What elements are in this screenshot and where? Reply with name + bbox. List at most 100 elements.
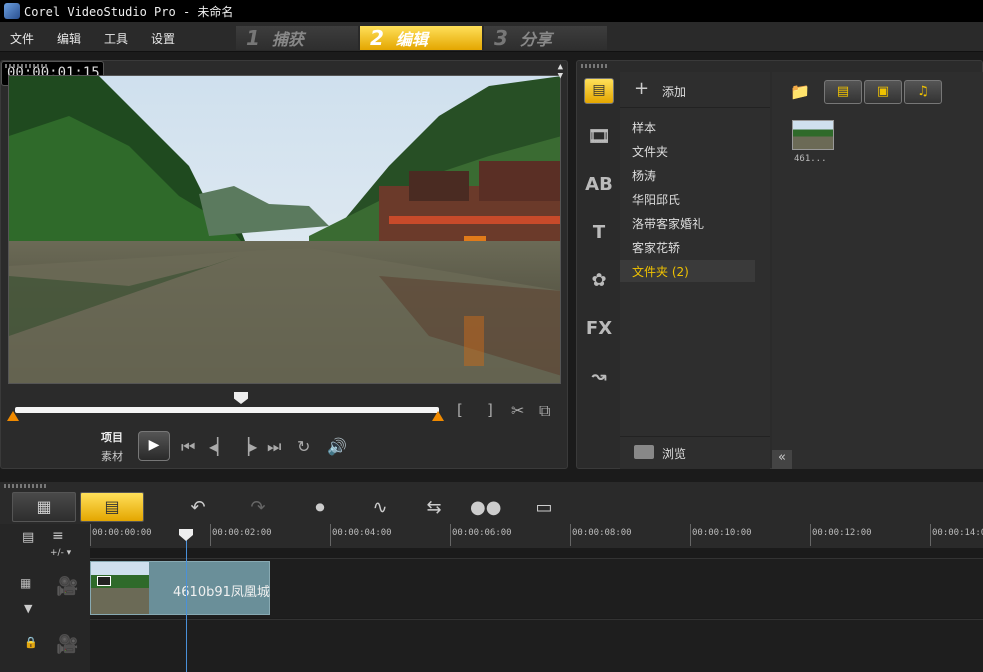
mark-in-button[interactable]: [: [457, 401, 463, 419]
media-caption: 461...: [794, 154, 827, 164]
title-icon[interactable]: T: [584, 222, 614, 248]
chapter-icon[interactable]: ▭: [530, 497, 558, 519]
graphic-icon[interactable]: ✿: [584, 270, 614, 296]
tab-share[interactable]: 3 分享: [484, 26, 607, 50]
timeline-view-button[interactable]: ▤: [80, 492, 144, 522]
insert-track-icon[interactable]: ▤: [22, 530, 34, 545]
scissors-icon[interactable]: ✂: [511, 401, 524, 420]
menu-settings[interactable]: 设置: [151, 30, 175, 47]
lock-icon[interactable]: 🔒: [24, 636, 38, 649]
clip-type-icon: [97, 576, 111, 586]
library-media-area: 📁 ▤ ▣ ♫ 461... «: [772, 72, 983, 469]
step-number: 2: [370, 26, 384, 50]
filter-icon[interactable]: FX: [584, 318, 614, 344]
menu-edit[interactable]: 编辑: [57, 30, 81, 47]
auto-music-icon[interactable]: ⇆: [420, 497, 448, 519]
path-icon[interactable]: ↝: [584, 366, 614, 392]
next-frame-icon[interactable]: ▕▸: [237, 437, 257, 456]
photo-filter-icon[interactable]: ▣: [864, 80, 902, 104]
plus-icon: +: [634, 78, 650, 99]
trim-end-handle[interactable]: [432, 411, 444, 421]
tab-capture[interactable]: 1 捕获: [236, 26, 358, 50]
zoom-dropdown-icon[interactable]: +/- ▾: [50, 548, 71, 558]
folder-item[interactable]: 客家花轿: [620, 236, 755, 258]
add-label: 添加: [662, 85, 687, 99]
ruler-tick-label: 00:00:00:00: [92, 528, 152, 538]
timeline-ruler[interactable]: 00:00:00:00 00:00:02:00 00:00:04:00 00:00:0…: [90, 524, 983, 548]
scrub-handle[interactable]: [234, 392, 248, 404]
collapse-icon[interactable]: «: [772, 450, 792, 469]
storyboard-view-button[interactable]: ▦: [12, 492, 76, 522]
audio-mixer-icon[interactable]: ∿: [366, 497, 394, 519]
go-to-end-icon[interactable]: ⏭: [267, 437, 281, 457]
go-to-start-icon[interactable]: ⏮: [181, 437, 195, 457]
library-folder-list: + 添加 样本 文件夹 杨涛 华阳邱氏 洛带客家婚礼 客家花轿 文件夹 (2) …: [620, 72, 770, 469]
transition-icon[interactable]: AB: [584, 174, 614, 200]
folder-item-selected[interactable]: 文件夹 (2): [620, 260, 755, 282]
track-list-icon[interactable]: ≡: [52, 528, 64, 544]
ruler-tick: [810, 524, 811, 546]
track-manager-icon[interactable]: ●●: [470, 497, 501, 519]
tab-label: 分享: [519, 30, 552, 49]
ruler-tick: [570, 524, 571, 546]
play-button[interactable]: ▶: [138, 431, 170, 461]
folder-item[interactable]: 杨涛: [620, 164, 755, 186]
browse-label: 浏览: [662, 447, 687, 461]
browse-button[interactable]: 浏览: [620, 436, 770, 469]
media-category-icon[interactable]: ▤: [584, 78, 614, 104]
undo-icon[interactable]: ↶: [184, 497, 212, 519]
ruler-tick: [930, 524, 931, 546]
ruler-tick-label: 00:00:02:00: [212, 528, 272, 538]
scrub-bar[interactable]: [15, 407, 439, 413]
timeline-clip[interactable]: 4610b91凤凰城: [90, 561, 270, 615]
ruler-tick-label: 00:00:08:00: [572, 528, 632, 538]
playhead[interactable]: [186, 532, 187, 672]
audio-filter-icon[interactable]: ♫: [904, 80, 942, 104]
folder-item[interactable]: 洛带客家婚礼: [620, 212, 755, 234]
folder-item[interactable]: 样本: [620, 116, 755, 138]
record-capture-icon[interactable]: ⏺: [306, 497, 334, 519]
step-number: 1: [246, 26, 260, 50]
player-panel: [ ] ✂ ⧉ 项目 素材 ▶ ⏮ ◂▏ ▕▸ ⏭ ↻ 🔊 00:00:01:1…: [0, 60, 568, 469]
project-mode-label[interactable]: 项目: [101, 429, 123, 445]
folder-icon[interactable]: 📁: [790, 82, 810, 101]
media-thumbnail[interactable]: [792, 120, 834, 150]
menu-tools[interactable]: 工具: [104, 30, 128, 47]
timecode-spin-icon[interactable]: ▲ ▼: [558, 63, 563, 81]
ruler-tick-label: 00:00:10:00: [692, 528, 752, 538]
clip-mode-label[interactable]: 素材: [101, 448, 123, 464]
ruler-tick: [90, 524, 91, 546]
video-filter-icon[interactable]: ▤: [824, 80, 862, 104]
redo-icon[interactable]: ↷: [244, 497, 272, 519]
trim-start-handle[interactable]: [7, 411, 19, 421]
folder-item[interactable]: 华阳邱氏: [620, 188, 755, 210]
instant-project-icon[interactable]: 🎞: [584, 126, 614, 152]
repeat-icon[interactable]: ↻: [297, 437, 310, 456]
menu-file[interactable]: 文件: [10, 30, 34, 47]
tab-label: 编辑: [395, 30, 428, 49]
video-track-icon: 🎥: [56, 576, 79, 597]
video-track-toggle-icon[interactable]: ▦: [20, 576, 31, 590]
library-category-bar: ▤ 🎞 AB T ✿ FX ↝: [578, 60, 620, 469]
window-title: Corel VideoStudio Pro - 未命名: [24, 5, 234, 19]
track-headers: ▤ ≡ +/- ▾ ▦ 🎥 ▼ 🔒 🎥: [0, 524, 90, 672]
mark-out-button[interactable]: ]: [487, 401, 493, 419]
previous-frame-icon[interactable]: ◂▏: [209, 437, 229, 456]
copy-icon[interactable]: ⧉: [539, 401, 550, 421]
expand-icon[interactable]: ▼: [24, 602, 32, 615]
add-folder-button[interactable]: + 添加: [620, 72, 770, 108]
panel-grip[interactable]: [5, 64, 49, 68]
app-icon: [4, 3, 20, 19]
step-number: 3: [494, 26, 508, 50]
panel-grip[interactable]: [4, 484, 48, 488]
overlay-track[interactable]: [90, 619, 983, 672]
folder-item[interactable]: 文件夹: [620, 140, 755, 162]
ruler-tick: [690, 524, 691, 546]
tab-edit[interactable]: 2 编辑: [360, 26, 482, 50]
clip-thumbnail: [91, 562, 149, 614]
ruler-tick-label: 00:00:04:00: [332, 528, 392, 538]
preview-window: [8, 75, 561, 384]
ruler-tick-label: 00:00:14:00: [932, 528, 983, 538]
tab-label: 捕获: [271, 30, 304, 49]
volume-icon[interactable]: 🔊: [327, 437, 347, 456]
